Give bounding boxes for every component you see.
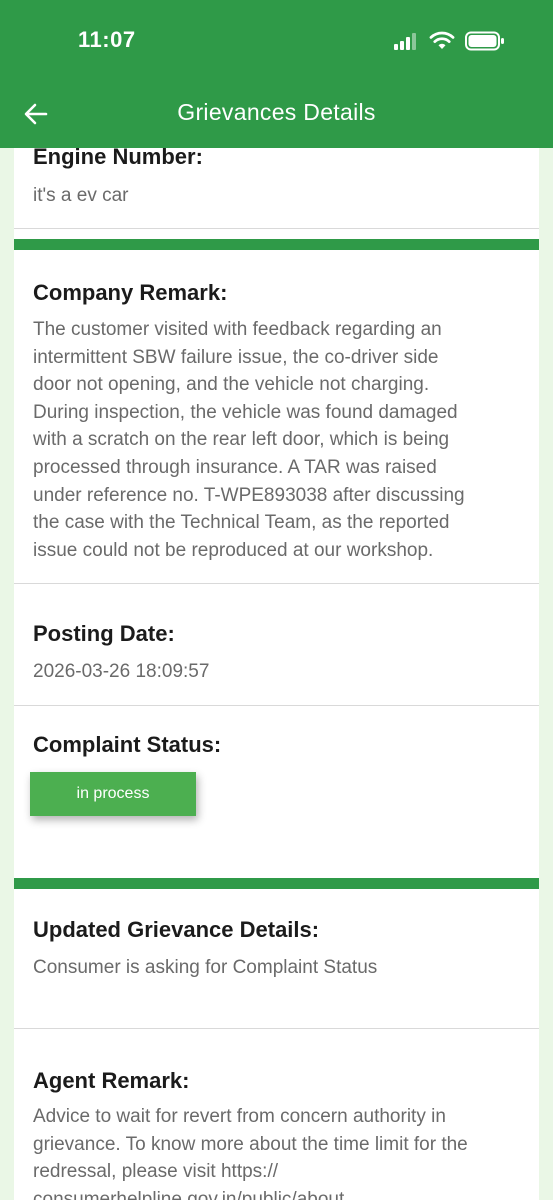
remark-line: Advice to wait for revert from concern a… [33, 1106, 446, 1127]
divider [14, 583, 539, 584]
posting-date-label: Posting Date: [33, 621, 175, 646]
remark-line: issue could not be reproduced at our wor… [33, 539, 434, 561]
remark-line: redressal, please visit https:// [33, 1161, 278, 1183]
wifi-icon [429, 31, 455, 49]
remark-line: The customer visited with feedback regar… [33, 319, 442, 340]
remark-line: grievance. To know more about the time l… [33, 1133, 468, 1155]
divider [14, 1028, 539, 1029]
updated-grievance-value: Consumer is asking for Complaint Status [33, 957, 378, 978]
divider [14, 705, 539, 706]
remark-line: door not opening, and the vehicle not ch… [33, 374, 430, 396]
updated-grievance-label: Updated Grievance Details: [33, 917, 320, 942]
status-bar-icons [393, 29, 505, 53]
remark-line: under reference no. T-WPE893038 after di… [33, 484, 465, 506]
remark-line: with a scratch on the rear left door, wh… [33, 429, 450, 451]
agent-remark-label: Agent Remark: [33, 1068, 190, 1093]
remark-line: processed through insurance. A TAR was r… [33, 456, 437, 478]
status-bar-time: 11:07 [78, 27, 136, 52]
remark-line: the case with the Technical Team, as the… [33, 512, 450, 534]
status-badge[interactable]: in process [30, 772, 196, 816]
details-scroll-area[interactable]: Engine Number: it's a ev car Company Rem… [14, 148, 539, 1200]
company-remark-label: Company Remark: [33, 280, 228, 305]
agent-remark-text: Advice to wait for revert from concern a… [33, 1103, 533, 1200]
remark-line: intermittent SBW failure issue, the co-d… [33, 346, 439, 368]
page-title: Grievances Details [177, 99, 376, 125]
company-remark-text: The customer visited with feedback regar… [33, 316, 533, 564]
signal-icon [394, 33, 416, 50]
remark-line: During inspection, the vehicle was found… [33, 401, 458, 423]
remark-line: consumerhelpline.gov.in/public/about [33, 1188, 345, 1200]
divider [14, 228, 539, 229]
complaint-status-label: Complaint Status: [33, 732, 222, 757]
app-header: 11:07 Grievances Details [0, 0, 553, 148]
posting-date-value: 2026-03-26 18:09:57 [33, 661, 210, 682]
engine-number-label: Engine Number: [33, 148, 203, 169]
battery-icon [465, 31, 504, 51]
engine-number-value: it's a ev car [33, 185, 129, 206]
section-separator [14, 239, 539, 250]
section-separator [14, 878, 539, 889]
